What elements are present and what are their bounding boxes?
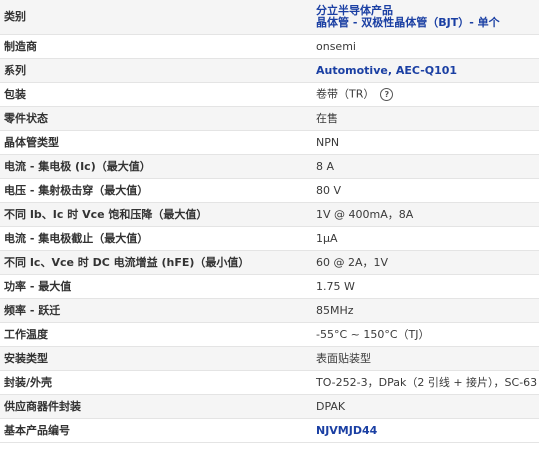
table-row: 封装/外壳 TO-252-3，DPak（2 引线 + 接片），SC-63 (0, 370, 539, 395)
table-row: 不同 Ib、Ic 时 Vce 饱和压降（最大值） 1V @ 400mA，8A (0, 202, 539, 227)
operating-temperature-value: -55°C ~ 150°C（TJ） (308, 322, 539, 347)
breakdown-voltage-label: 电压 - 集射极击穿（最大值） (0, 178, 308, 203)
manufacturer-label: 制造商 (0, 34, 308, 59)
vce-saturation-value: 1V @ 400mA，8A (308, 202, 539, 227)
table-row: 零件状态 在售 (0, 106, 539, 131)
table-row: 电流 - 集电极截止（最大值） 1μA (0, 226, 539, 251)
table-row: 包装 卷带（TR）? (0, 82, 539, 107)
series-label: 系列 (0, 58, 308, 83)
collector-cutoff-label: 电流 - 集电极截止（最大值） (0, 226, 308, 251)
table-row: 工作温度 -55°C ~ 150°C（TJ） (0, 322, 539, 347)
table-row: 安装类型 表面贴装型 (0, 346, 539, 371)
packaging-value-cell: 卷带（TR）? (308, 82, 539, 107)
collector-current-value: 8 A (308, 154, 539, 179)
package-case-value: TO-252-3，DPak（2 引线 + 接片），SC-63 (308, 370, 539, 395)
packaging-label: 包装 (0, 82, 308, 107)
dc-gain-value: 60 @ 2A，1V (308, 250, 539, 275)
collector-current-label: 电流 - 集电极 (Ic)（最大值） (0, 154, 308, 179)
table-row: 功率 - 最大值 1.75 W (0, 274, 539, 299)
base-product-number-cell: NJVMJD44 (308, 418, 539, 443)
transistor-type-value: NPN (308, 130, 539, 155)
part-status-value: 在售 (308, 106, 539, 131)
table-row: 系列 Automotive, AEC-Q101 (0, 58, 539, 83)
table-row: 电流 - 集电极 (Ic)（最大值） 8 A (0, 154, 539, 179)
product-attributes-table: 类别 分立半导体产品 晶体管 - 双极性晶体管（BJT）- 单个 制造商 ons… (0, 0, 539, 443)
category-link-bjt-single[interactable]: 晶体管 - 双极性晶体管（BJT）- 单个 (316, 17, 539, 29)
category-value: 分立半导体产品 晶体管 - 双极性晶体管（BJT）- 单个 (308, 0, 539, 35)
table-row: 制造商 onsemi (0, 34, 539, 59)
operating-temperature-label: 工作温度 (0, 322, 308, 347)
base-product-number-label: 基本产品编号 (0, 418, 308, 443)
transition-frequency-label: 频率 - 跃迁 (0, 298, 308, 323)
packaging-value: 卷带（TR） (316, 87, 375, 101)
power-max-label: 功率 - 最大值 (0, 274, 308, 299)
dc-gain-label: 不同 Ic、Vce 时 DC 电流增益 (hFE)（最小值） (0, 250, 308, 275)
category-label: 类别 (0, 0, 308, 35)
base-product-number-link[interactable]: NJVMJD44 (316, 424, 377, 437)
table-row: 不同 Ic、Vce 时 DC 电流增益 (hFE)（最小值） 60 @ 2A，1… (0, 250, 539, 275)
part-status-label: 零件状态 (0, 106, 308, 131)
supplier-package-value: DPAK (308, 394, 539, 419)
table-row: 供应商器件封装 DPAK (0, 394, 539, 419)
package-case-label: 封装/外壳 (0, 370, 308, 395)
series-value-cell: Automotive, AEC-Q101 (308, 58, 539, 83)
table-row: 晶体管类型 NPN (0, 130, 539, 155)
series-link[interactable]: Automotive, AEC-Q101 (316, 64, 457, 77)
supplier-package-label: 供应商器件封装 (0, 394, 308, 419)
table-row: 频率 - 跃迁 85MHz (0, 298, 539, 323)
question-circle-icon[interactable]: ? (380, 88, 394, 101)
transistor-type-label: 晶体管类型 (0, 130, 308, 155)
collector-cutoff-value: 1μA (308, 226, 539, 251)
transition-frequency-value: 85MHz (308, 298, 539, 323)
table-row: 基本产品编号 NJVMJD44 (0, 418, 539, 443)
mounting-type-label: 安装类型 (0, 346, 308, 371)
table-row: 类别 分立半导体产品 晶体管 - 双极性晶体管（BJT）- 单个 (0, 0, 539, 35)
power-max-value: 1.75 W (308, 274, 539, 299)
breakdown-voltage-value: 80 V (308, 178, 539, 203)
manufacturer-value: onsemi (308, 34, 539, 59)
mounting-type-value: 表面贴装型 (308, 346, 539, 371)
table-row: 电压 - 集射极击穿（最大值） 80 V (0, 178, 539, 203)
vce-saturation-label: 不同 Ib、Ic 时 Vce 饱和压降（最大值） (0, 202, 308, 227)
